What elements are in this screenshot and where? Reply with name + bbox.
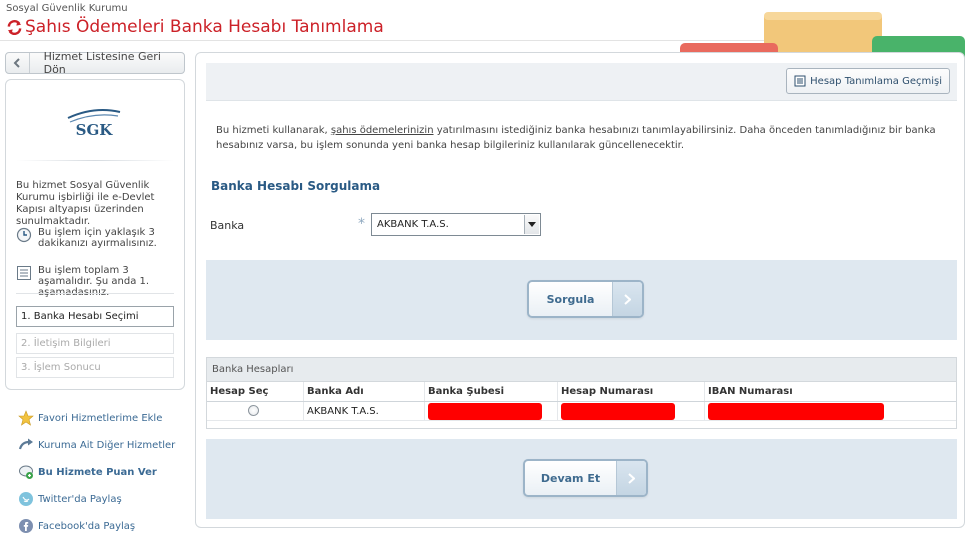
- refresh-arrows-icon: [7, 19, 22, 35]
- branch-cell: [425, 402, 558, 420]
- account-select-cell: [207, 402, 304, 420]
- rate-service-link[interactable]: Bu Hizmete Puan Ver: [18, 464, 157, 480]
- facebook-icon: [19, 519, 33, 533]
- account-radio[interactable]: [248, 405, 259, 416]
- service-description: Bu hizmeti kullanarak, şahıs ödemelerini…: [216, 123, 941, 153]
- bank-select-value: AKBANK T.A.S.: [377, 219, 449, 230]
- share-facebook-label: Facebook'da Paylaş: [38, 520, 136, 532]
- history-button-label: Hesap Tanımlama Geçmişi: [810, 75, 942, 87]
- page-title: Şahıs Ödemeleri Banka Hesabı Tanımlama: [25, 17, 384, 37]
- other-services-link[interactable]: Kuruma Ait Diğer Hizmetler: [18, 437, 175, 453]
- time-info: Bu işlem için yaklaşık 3 dakikanızı ayır…: [16, 227, 178, 249]
- step-1: 1. Banka Hesabı Seçimi: [16, 306, 174, 327]
- column-header: Hesap Seç: [207, 382, 304, 401]
- section-title: Banka Hesabı Sorgulama: [211, 179, 381, 193]
- column-header: IBAN Numarası: [708, 386, 793, 397]
- back-to-services-button[interactable]: Hizmet Listesine Geri Dön: [5, 50, 185, 76]
- document-icon: [794, 75, 806, 87]
- share-facebook-link[interactable]: Facebook'da Paylaş: [18, 518, 135, 534]
- continue-button-label: Devam Et: [540, 471, 601, 485]
- table-header-row: Hesap Seç Banka Adı Banka Şubesi Hesap N…: [207, 382, 956, 402]
- step-2: 2. İletişim Bilgileri: [16, 333, 174, 354]
- dropdown-arrow-icon: [524, 215, 539, 234]
- steps-divider: [16, 293, 174, 294]
- rating-icon: [19, 465, 33, 479]
- continue-action-band: Devam Et: [206, 439, 957, 519]
- description-part-1: Bu hizmeti kullanarak,: [216, 125, 331, 136]
- column-header: Banka Şubesi: [425, 382, 558, 401]
- history-button[interactable]: Hesap Tanımlama Geçmişi: [786, 68, 950, 94]
- star-icon: [18, 410, 34, 426]
- description-highlight: şahıs ödemelerinizin: [330, 125, 434, 136]
- account-number-cell: [558, 402, 705, 420]
- add-favorite-link[interactable]: Favori Hizmetlerime Ekle: [18, 410, 162, 426]
- institution-name: Sosyal Güvenlik Kurumu: [6, 3, 128, 14]
- redaction-bar: [561, 403, 675, 420]
- clock-icon: [16, 227, 32, 243]
- share-twitter-label: Twitter'da Paylaş: [38, 493, 122, 505]
- add-favorite-label: Favori Hizmetlerime Ekle: [38, 412, 163, 424]
- page: Sosyal Güvenlik Kurumu Şahıs Ödemeleri B…: [0, 0, 972, 550]
- bank-accounts-table: Banka Hesapları Hesap Seç Banka Adı Bank…: [206, 357, 957, 429]
- sgk-logo: SGK: [67, 109, 121, 139]
- main-panel: Hesap Tanımlama Geçmişi Bu hizmeti kulla…: [195, 52, 965, 528]
- query-button[interactable]: Sorgula: [527, 280, 644, 318]
- sgk-logo-text: SGK: [76, 121, 114, 139]
- column-header: Banka Adı: [304, 382, 425, 401]
- continue-button[interactable]: Devam Et: [523, 459, 648, 497]
- service-info-panel: SGK Bu hizmet Sosyal Güvenlik Kurumu işb…: [5, 79, 185, 390]
- redaction-bar: [708, 403, 884, 420]
- redaction-bar: [428, 403, 542, 420]
- query-button-label: Sorgula: [546, 292, 595, 306]
- accounts-title: Banka Hesapları: [207, 358, 956, 382]
- back-button-label: Hizmet Listesine Geri Dön: [43, 50, 161, 76]
- column-header: Hesap Numarası: [558, 382, 705, 401]
- accounts-grid: Hesap Seç Banka Adı Banka Şubesi Hesap N…: [207, 382, 956, 421]
- table-row: AKBANK T.A.S.: [207, 402, 956, 421]
- service-intro-text: Bu hizmet Sosyal Güvenlik Kurumu işbirli…: [16, 180, 155, 227]
- required-mark: *: [358, 216, 365, 232]
- bank-field-label: Banka: [210, 219, 245, 232]
- iban-cell: [705, 402, 956, 420]
- query-action-band: Sorgula: [206, 260, 957, 340]
- bank-name-cell: AKBANK T.A.S.: [304, 402, 425, 420]
- chevron-right-icon: [616, 461, 646, 495]
- bank-select[interactable]: AKBANK T.A.S.: [371, 213, 541, 236]
- twitter-icon: [19, 492, 33, 506]
- chevron-left-icon: [6, 53, 30, 73]
- main-toolbar: Hesap Tanımlama Geçmişi: [206, 63, 957, 101]
- share-twitter-link[interactable]: Twitter'da Paylaş: [18, 491, 122, 507]
- page-title-wrap: Şahıs Ödemeleri Banka Hesabı Tanımlama: [6, 17, 384, 37]
- step-3: 3. İşlem Sonucu: [16, 357, 174, 378]
- logo-divider: [16, 160, 174, 161]
- time-info-text: Bu işlem için yaklaşık 3 dakikanızı ayır…: [38, 227, 157, 249]
- other-services-label: Kuruma Ait Diğer Hizmetler: [38, 439, 176, 451]
- forward-arrow-icon: [18, 438, 33, 450]
- chevron-right-icon: [612, 282, 642, 316]
- list-icon: [17, 266, 31, 280]
- rate-service-label: Bu Hizmete Puan Ver: [38, 466, 157, 478]
